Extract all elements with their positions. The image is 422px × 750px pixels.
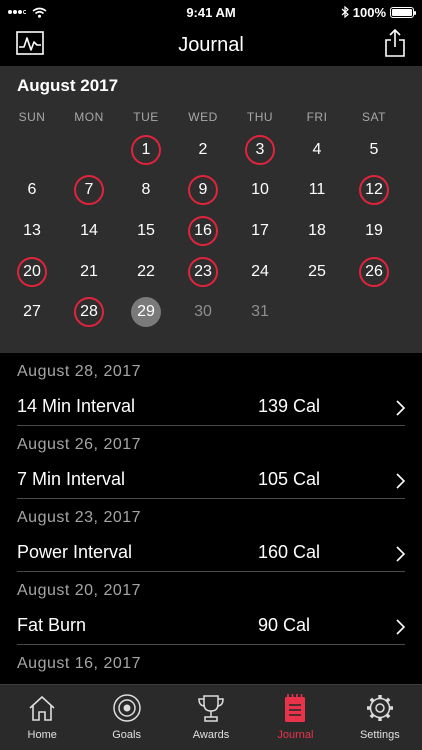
calendar-day-16[interactable]: 16 [188,216,218,246]
status-time: 9:41 AM [186,4,236,20]
battery-percent: 100% [352,4,386,20]
journal-entry-row[interactable]: Fat Burn 90 Cal [17,608,405,645]
calendar-day-11[interactable]: 11 [302,175,332,205]
calendar-day-1[interactable]: 1 [131,135,161,165]
calendar-day-7[interactable]: 7 [74,175,104,205]
home-icon [26,693,58,723]
tab-label: Awards [192,729,230,741]
tab-goals[interactable]: Goals [84,685,168,750]
chevron-right-icon [396,546,405,562]
calendar-day-6[interactable]: 6 [17,175,47,205]
calendar-day-24[interactable]: 24 [245,257,275,287]
calendar-day-8[interactable]: 8 [131,175,161,205]
weekday-label-sun: SUN [18,110,46,124]
tab-label: Settings [359,729,400,741]
tab-awards[interactable]: Awards [169,685,253,750]
entry-date: August 28, 2017 [17,363,142,380]
entry-date: August 20, 2017 [17,582,142,599]
workout-calories: 90 Cal [258,615,311,635]
share-icon[interactable] [384,28,406,58]
battery-icon [390,6,416,18]
calendar-day-12[interactable]: 12 [359,175,389,205]
tab-label: Home [27,729,57,741]
workout-calories: 105 Cal [258,469,321,489]
journal-entry-row[interactable]: 14 Min Interval 139 Cal [17,389,405,426]
journal-list: August 28, 2017 14 Min Interval 139 Cal Aug… [0,353,422,684]
bluetooth-icon [341,6,349,18]
calendar-month-title: August 2017 [17,76,119,95]
calendar-day-10[interactable]: 10 [245,175,275,205]
tab-label: Journal [277,729,314,741]
tab-label: Goals [112,729,141,741]
chevron-right-icon [396,400,405,416]
weekday-label-thu: THU [246,110,274,124]
calendar-day-18[interactable]: 18 [302,216,332,246]
calendar-day-17[interactable]: 17 [245,216,275,246]
calendar-day-3[interactable]: 3 [245,135,275,165]
gear-icon [364,693,396,723]
calendar-day-25[interactable]: 25 [302,257,332,287]
calendar-day-13[interactable]: 13 [17,216,47,246]
weekday-label-sat: SAT [362,110,386,124]
tab-settings[interactable]: Settings [338,685,422,750]
workout-name: 7 Min Interval [17,469,126,489]
calendar-day-14[interactable]: 14 [74,216,104,246]
workout-calories: 139 Cal [258,396,321,416]
workout-name: Power Interval [17,542,133,562]
entry-date: August 16, 2017 [17,655,142,672]
journal-icon [279,693,311,723]
workout-name: Fat Burn [17,615,87,635]
journal-entry-row[interactable]: 7 Min Interval 105 Cal [17,462,405,499]
wifi-icon [32,7,47,18]
calendar-day-4[interactable]: 4 [302,135,332,165]
calendar-day-20[interactable]: 20 [17,257,47,287]
signal-icon [8,10,26,14]
weekday-label-fri: FRI [306,110,328,124]
journal-entry-row[interactable]: Power Interval 160 Cal [17,535,405,572]
calendar-day-29[interactable]: 29 [131,297,161,327]
entry-date: August 26, 2017 [17,436,142,453]
calendar-day-30[interactable]: 30 [188,297,218,327]
workout-calories: 160 Cal [258,542,321,562]
weekday-label-mon: MON [74,110,104,124]
calendar-day-9[interactable]: 9 [188,175,218,205]
workout-name: 14 Min Interval [17,396,136,416]
chevron-right-icon [396,473,405,489]
calendar-day-26[interactable]: 26 [359,257,389,287]
tab-journal[interactable]: Journal [253,685,337,750]
calendar-day-23[interactable]: 23 [188,257,218,287]
month-calendar: August 2017 SUN MON TUE WED THU FRI SAT 123456… [0,66,422,353]
status-bar: 9:41 AM 100% [0,0,422,24]
tab-home[interactable]: Home [0,685,84,750]
calendar-day-22[interactable]: 22 [131,257,161,287]
entry-date: August 23, 2017 [17,509,142,526]
weekday-label-tue: TUE [133,110,159,124]
tab-bar: Home Goals Awards Journal Settings [0,684,422,750]
calendar-day-31[interactable]: 31 [245,297,275,327]
calendar-day-5[interactable]: 5 [359,135,389,165]
calendar-day-27[interactable]: 27 [17,297,47,327]
calendar-day-15[interactable]: 15 [131,216,161,246]
weekday-label-wed: WED [188,110,218,124]
chevron-right-icon [396,619,405,635]
nav-bar: Journal [0,24,422,66]
calendar-day-19[interactable]: 19 [359,216,389,246]
calendar-day-2[interactable]: 2 [188,135,218,165]
page-title: Journal [178,33,244,56]
calendar-day-28[interactable]: 28 [74,297,104,327]
activity-chart-icon[interactable] [16,31,44,57]
target-icon [111,693,143,723]
trophy-icon [195,693,227,723]
calendar-day-21[interactable]: 21 [74,257,104,287]
